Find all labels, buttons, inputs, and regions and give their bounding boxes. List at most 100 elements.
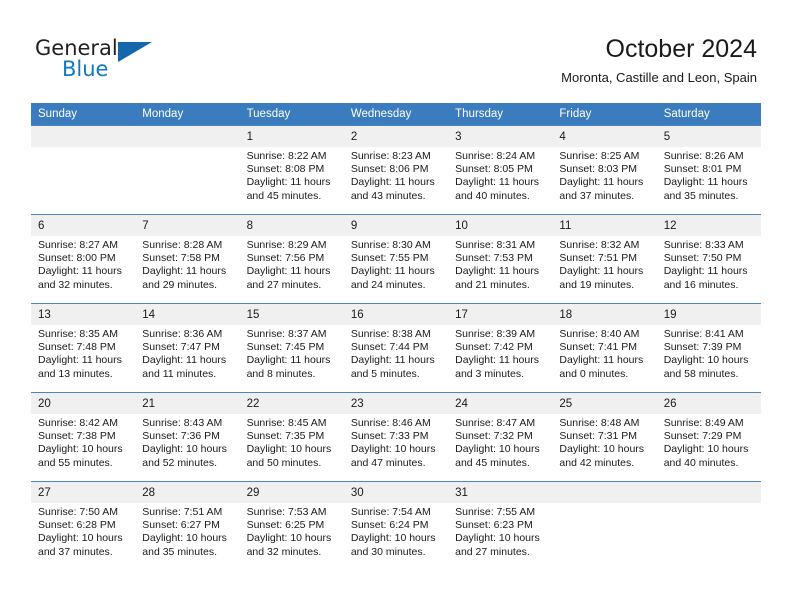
calendar-day-cell[interactable]: 24 Sunrise: 8:47 AM Sunset: 7:32 PM Dayligh… [448,392,553,482]
calendar-day-cell[interactable]: 25 Sunrise: 8:48 AM Sunset: 7:31 PM Dayligh… [552,392,657,482]
daylight-text-line2: and 8 minutes. [246,367,316,380]
daylight-text-line1: Daylight: 11 hours [246,176,331,189]
calendar-day-cell[interactable]: 17 Sunrise: 8:39 AM Sunset: 7:42 PM Dayligh… [448,303,553,393]
daylight-text-line1: Daylight: 11 hours [663,176,748,189]
calendar-day-cell[interactable]: 21 Sunrise: 8:43 AM Sunset: 7:36 PM Dayligh… [135,392,240,482]
calendar-day-cell[interactable]: 26 Sunrise: 8:49 AM Sunset: 7:29 PM Dayligh… [656,392,761,482]
sunrise-text: Sunrise: 8:49 AM [663,417,744,429]
day-number: 23 [343,393,449,414]
day-details: Sunrise: 8:37 AM Sunset: 7:45 PM Daylight:… [240,325,344,381]
day-number: 2 [343,126,449,147]
day-number: 25 [552,393,657,414]
day-cell-inner: 15 Sunrise: 8:37 AM Sunset: 7:45 PM Dayligh… [239,304,344,392]
calendar-day-cell[interactable]: 9 Sunrise: 8:30 AM Sunset: 7:55 PM Daylight… [343,214,449,304]
calendar-day-cell[interactable]: 2 Sunrise: 8:23 AM Sunset: 8:06 PM Daylight… [343,125,449,215]
calendar-day-cell[interactable]: 30 Sunrise: 7:54 AM Sunset: 6:24 PM Dayligh… [343,481,449,571]
daylight-text-line1: Daylight: 11 hours [350,265,435,278]
day-cell-inner: 13 Sunrise: 8:35 AM Sunset: 7:48 PM Dayligh… [31,304,136,392]
day-number: 31 [448,482,553,503]
calendar-day-cell[interactable]: 6 Sunrise: 8:27 AM Sunset: 8:00 PM Daylight… [31,214,136,304]
daylight-text-line2: and 27 minutes. [455,545,530,558]
daylight-text-line2: and 32 minutes. [246,545,322,558]
daylight-text-line2: and 3 minutes. [455,367,525,380]
sunset-text: Sunset: 7:42 PM [455,341,533,354]
calendar-day-cell[interactable]: 11 Sunrise: 8:32 AM Sunset: 7:51 PM Dayligh… [552,214,657,304]
calendar-day-cell[interactable]: 19 Sunrise: 8:41 AM Sunset: 7:39 PM Dayligh… [656,303,761,393]
daylight-text-line1: Daylight: 11 hours [142,265,227,278]
calendar-day-cell[interactable]: 27 Sunrise: 7:50 AM Sunset: 6:28 PM Dayligh… [31,481,136,571]
calendar-day-cell[interactable]: 13 Sunrise: 8:35 AM Sunset: 7:48 PM Dayligh… [31,303,136,393]
day-number [31,126,136,147]
daylight-text-line1: Daylight: 10 hours [246,532,332,545]
calendar-day-cell[interactable]: 5 Sunrise: 8:26 AM Sunset: 8:01 PM Daylight… [656,125,761,215]
daylight-text-line1: Daylight: 10 hours [663,443,749,456]
day-details: Sunrise: 8:31 AM Sunset: 7:53 PM Daylight:… [448,236,552,292]
calendar-day-cell[interactable]: 10 Sunrise: 8:31 AM Sunset: 7:53 PM Dayligh… [448,214,553,304]
day-cell-inner [31,126,136,214]
page-title: October 2024 [605,35,758,63]
sunset-text: Sunset: 7:33 PM [350,430,429,443]
daylight-text-line2: and 45 minutes. [246,189,322,202]
weekday-header-tuesday: Tuesday [239,103,344,126]
calendar-day-cell[interactable]: 14 Sunrise: 8:36 AM Sunset: 7:47 PM Dayligh… [135,303,240,393]
day-details: Sunrise: 8:45 AM Sunset: 7:35 PM Daylight:… [240,414,344,470]
sunrise-text: Sunrise: 8:23 AM [350,150,431,162]
day-details: Sunrise: 8:24 AM Sunset: 8:05 PM Daylight:… [448,147,552,203]
sunset-text: Sunset: 7:32 PM [455,430,533,443]
calendar-day-cell[interactable]: 28 Sunrise: 7:51 AM Sunset: 6:27 PM Dayligh… [135,481,240,571]
calendar-day-cell[interactable]: 4 Sunrise: 8:25 AM Sunset: 8:03 PM Daylight… [552,125,657,215]
day-number: 1 [239,126,344,147]
sunset-text: Sunset: 7:31 PM [559,430,638,443]
day-cell-inner: 16 Sunrise: 8:38 AM Sunset: 7:44 PM Dayligh… [343,304,449,392]
daylight-text-line2: and 37 minutes. [559,189,635,202]
sunset-text: Sunset: 7:48 PM [38,341,116,354]
sunrise-text: Sunrise: 7:53 AM [246,506,327,518]
day-number [552,482,657,503]
calendar-day-cell[interactable]: 3 Sunrise: 8:24 AM Sunset: 8:05 PM Daylight… [448,125,553,215]
daylight-text-line2: and 47 minutes. [350,456,426,469]
calendar-day-cell[interactable]: 22 Sunrise: 8:45 AM Sunset: 7:35 PM Dayligh… [239,392,344,482]
sunrise-text: Sunrise: 8:25 AM [559,150,640,162]
sunset-text: Sunset: 6:28 PM [38,519,116,532]
daylight-text-line1: Daylight: 11 hours [559,354,644,367]
sunrise-text: Sunrise: 8:37 AM [246,328,327,340]
logo-text-blue: Blue [62,57,109,81]
day-cell-inner: 7 Sunrise: 8:28 AM Sunset: 7:58 PM Daylight… [135,215,240,303]
calendar-day-cell[interactable]: 16 Sunrise: 8:38 AM Sunset: 7:44 PM Dayligh… [343,303,449,393]
day-number: 7 [135,215,240,236]
calendar-day-cell[interactable]: 20 Sunrise: 8:42 AM Sunset: 7:38 PM Dayligh… [31,392,136,482]
calendar-body: 1 Sunrise: 8:22 AM Sunset: 8:08 PM Daylight… [31,125,761,571]
daylight-text-line1: Daylight: 11 hours [38,354,122,367]
calendar-day-cell[interactable]: 31 Sunrise: 7:55 AM Sunset: 6:23 PM Dayligh… [448,481,553,571]
generalblue-logo[interactable]: General Blue [35,36,160,84]
calendar-day-cell[interactable]: 29 Sunrise: 7:53 AM Sunset: 6:25 PM Dayligh… [239,481,344,571]
calendar-day-cell[interactable]: 18 Sunrise: 8:40 AM Sunset: 7:41 PM Dayligh… [552,303,657,393]
day-details: Sunrise: 8:41 AM Sunset: 7:39 PM Daylight:… [657,325,761,381]
daylight-text-line1: Daylight: 11 hours [350,176,435,189]
day-details: Sunrise: 8:27 AM Sunset: 8:00 PM Daylight:… [31,236,135,292]
calendar-day-cell[interactable]: 8 Sunrise: 8:29 AM Sunset: 7:56 PM Daylight… [239,214,344,304]
sunrise-text: Sunrise: 8:35 AM [38,328,118,340]
daylight-text-line2: and 11 minutes. [142,367,217,380]
day-details: Sunrise: 7:51 AM Sunset: 6:27 PM Daylight:… [135,503,239,559]
calendar-day-cell[interactable]: 7 Sunrise: 8:28 AM Sunset: 7:58 PM Daylight… [135,214,240,304]
day-number: 27 [31,482,136,503]
calendar-day-cell[interactable]: 23 Sunrise: 8:46 AM Sunset: 7:33 PM Dayligh… [343,392,449,482]
calendar-day-cell[interactable]: 15 Sunrise: 8:37 AM Sunset: 7:45 PM Dayligh… [239,303,344,393]
day-cell-inner: 9 Sunrise: 8:30 AM Sunset: 7:55 PM Daylight… [343,215,449,303]
day-details: Sunrise: 8:28 AM Sunset: 7:58 PM Daylight:… [135,236,239,292]
sunset-text: Sunset: 7:47 PM [142,341,220,354]
sunset-text: Sunset: 8:03 PM [559,163,638,176]
day-details: Sunrise: 8:23 AM Sunset: 8:06 PM Daylight:… [344,147,448,203]
day-details: Sunrise: 8:49 AM Sunset: 7:29 PM Daylight:… [657,414,761,470]
calendar-week-row: 6 Sunrise: 8:27 AM Sunset: 8:00 PM Daylight… [31,214,761,304]
calendar-week-row: 20 Sunrise: 8:42 AM Sunset: 7:38 PM Dayligh… [31,392,761,482]
day-cell-inner: 19 Sunrise: 8:41 AM Sunset: 7:39 PM Dayligh… [656,304,761,392]
daylight-text-line1: Daylight: 10 hours [142,443,227,456]
calendar-day-cell[interactable]: 12 Sunrise: 8:33 AM Sunset: 7:50 PM Dayligh… [656,214,761,304]
day-number: 19 [656,304,761,325]
calendar-day-cell[interactable]: 1 Sunrise: 8:22 AM Sunset: 8:08 PM Daylight… [239,125,344,215]
day-number: 16 [343,304,449,325]
daylight-text-line1: Daylight: 11 hours [663,265,748,278]
day-number: 21 [135,393,240,414]
